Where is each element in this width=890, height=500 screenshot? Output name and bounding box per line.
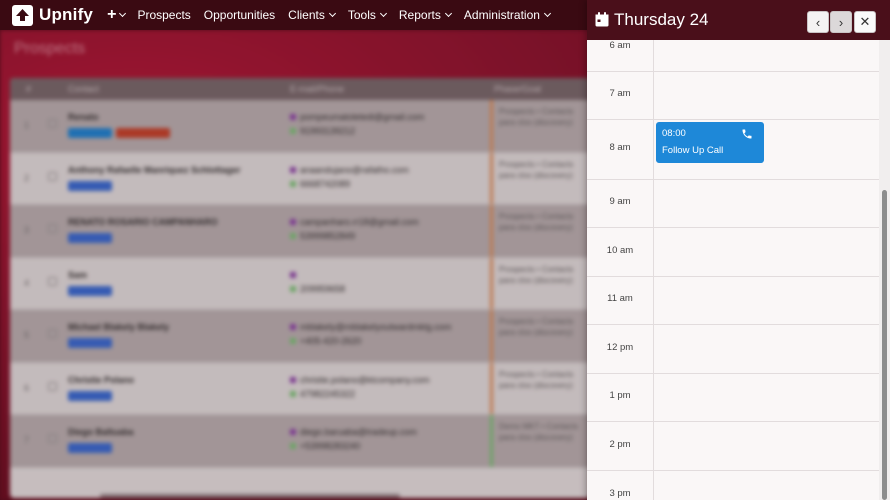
close-icon: ✕ <box>859 14 871 29</box>
nav-item-tools[interactable]: Tools <box>347 8 387 22</box>
plus-icon: + <box>107 6 117 23</box>
chevron-left-icon: ‹ <box>815 14 821 30</box>
hour-slot-divider <box>587 324 879 325</box>
scrollbar-thumb[interactable] <box>882 190 887 500</box>
hour-slot-divider <box>587 470 879 471</box>
hour-slot-divider <box>587 119 879 120</box>
calendar-event[interactable]: 08:00 Follow Up Call <box>656 122 764 163</box>
nav-item-label: Reports <box>398 8 441 22</box>
hour-label: 6 am <box>609 40 631 51</box>
previous-day-button[interactable]: ‹ <box>807 11 829 33</box>
hour-label: 7 am <box>609 88 631 99</box>
phone-icon <box>742 129 752 139</box>
chevron-right-icon: › <box>838 14 844 30</box>
nav-item-opportunities[interactable]: Opportunities <box>204 8 275 22</box>
time-column-divider <box>653 40 654 500</box>
quick-add-button[interactable]: + <box>107 6 127 24</box>
hour-label: 2 pm <box>609 439 631 450</box>
calendar-header: Thursday 24 ‹ › ✕ <box>587 0 890 40</box>
nav-item-label: Prospects <box>137 8 191 22</box>
brand[interactable]: Upnify <box>12 4 94 26</box>
chevron-down-icon <box>543 9 551 18</box>
hour-label: 11 am <box>607 293 633 304</box>
chevron-down-icon <box>328 9 336 18</box>
nav-item-label: Opportunities <box>203 8 276 22</box>
chevron-down-icon <box>444 9 452 18</box>
hour-label: 9 am <box>609 196 631 207</box>
hour-label: 8 am <box>609 142 631 153</box>
brand-name: Upnify <box>39 5 94 24</box>
hour-label: 3 pm <box>609 488 631 499</box>
event-title: Follow Up Call <box>662 145 724 156</box>
hour-slot-divider <box>587 421 879 422</box>
calendar-day-title: Thursday 24 <box>614 10 709 29</box>
upnify-logo-icon <box>12 4 33 26</box>
calendar-panel: Thursday 24 ‹ › ✕ 6 am 7 am 8 am 9 am 10 am 1… <box>587 0 890 500</box>
hour-slot-divider <box>587 227 879 228</box>
hour-slot-divider <box>587 276 879 277</box>
nav-item-clients[interactable]: Clients <box>288 8 336 22</box>
nav-item-reports[interactable]: Reports <box>398 8 452 22</box>
nav-item-prospects[interactable]: Prospects <box>137 8 190 22</box>
day-grid[interactable]: 6 am 7 am 8 am 9 am 10 am 11 am 12 pm 1 pm 2 pm 3… <box>587 40 890 500</box>
hour-slot-divider <box>587 373 879 374</box>
close-button[interactable]: ✕ <box>854 11 876 33</box>
hour-label: 12 pm <box>606 342 634 353</box>
hour-slot-divider <box>587 71 879 72</box>
chevron-down-icon <box>119 9 127 18</box>
nav-item-label: Tools <box>347 8 376 22</box>
nav-item-label: Clients <box>288 8 325 22</box>
nav-item-administration[interactable]: Administration <box>463 8 551 22</box>
calendar-icon <box>595 12 609 27</box>
next-day-button[interactable]: › <box>830 11 852 33</box>
hour-label: 10 am <box>606 245 634 256</box>
hour-label: 1 pm <box>609 390 631 401</box>
nav-item-label: Administration <box>463 8 540 22</box>
chevron-down-icon <box>379 9 387 18</box>
vertical-scrollbar[interactable] <box>879 40 890 500</box>
hour-slot-divider <box>587 179 879 180</box>
